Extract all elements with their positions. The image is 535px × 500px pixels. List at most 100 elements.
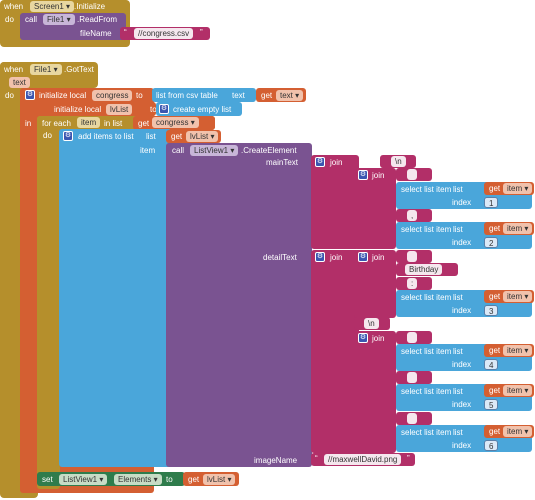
index-label: index bbox=[452, 400, 472, 409]
filename-string[interactable]: //congress.csv bbox=[134, 28, 194, 39]
index-number-5[interactable]: 5 bbox=[484, 399, 499, 410]
list-label: list bbox=[453, 428, 463, 437]
get-item-value: item bbox=[507, 386, 523, 395]
mutator-gear-icon[interactable]: ⚙ bbox=[159, 104, 169, 114]
add-items-label: add items to list bbox=[78, 132, 134, 141]
empty-string[interactable] bbox=[407, 372, 417, 383]
list-label: list bbox=[453, 293, 463, 302]
get-item-dropdown[interactable]: item ▾ bbox=[503, 291, 533, 302]
when-keyword: when bbox=[4, 65, 24, 74]
get-congress-dropdown[interactable]: congress ▾ bbox=[152, 117, 199, 128]
empty-string[interactable] bbox=[407, 413, 417, 424]
birthday-string[interactable]: Birthday bbox=[405, 264, 443, 275]
screen1-dropdown[interactable]: Screen1 ▾ bbox=[30, 1, 75, 12]
mutator-gear-icon[interactable]: ⚙ bbox=[25, 90, 35, 100]
index-number-3[interactable]: 3 bbox=[484, 305, 499, 316]
initialize-event-label: .Initialize bbox=[74, 2, 106, 11]
listview1-dropdown[interactable]: ListView1 ▾ bbox=[190, 145, 239, 156]
get-congress-value: congress bbox=[156, 118, 189, 127]
get-lvlist-set-dropdown[interactable]: lvList ▾ bbox=[203, 474, 236, 485]
select-list-item-label: select list item bbox=[401, 347, 452, 356]
file1-event-label: File1 bbox=[34, 65, 52, 74]
index-label: index bbox=[452, 238, 472, 247]
listview1-label: ListView1 bbox=[194, 146, 229, 155]
index-label: index bbox=[452, 441, 472, 450]
detailtext-join[interactable] bbox=[311, 250, 359, 453]
newline-string[interactable]: \n bbox=[364, 318, 379, 329]
get-item-value: item bbox=[507, 184, 523, 193]
call-keyword: call bbox=[172, 146, 185, 155]
imagename-string[interactable]: //maxwellDavid.png bbox=[324, 454, 402, 465]
get-item-dropdown[interactable]: item ▾ bbox=[503, 223, 533, 234]
get-item-dropdown[interactable]: item ▾ bbox=[503, 183, 533, 194]
text-param-pill[interactable]: text bbox=[9, 77, 30, 88]
empty-string[interactable] bbox=[407, 169, 417, 180]
select-list-item-label: select list item bbox=[401, 387, 452, 396]
select-list-item-label: select list item bbox=[401, 225, 452, 234]
do-keyword: do bbox=[43, 131, 52, 140]
file1-event-dropdown[interactable]: File1 ▾ bbox=[30, 64, 62, 75]
maintext-param: mainText bbox=[266, 158, 299, 167]
empty-string[interactable] bbox=[407, 251, 417, 262]
get-keyword: get bbox=[489, 292, 501, 301]
get-lvlist-dropdown[interactable]: lvList ▾ bbox=[186, 131, 219, 142]
get-item-dropdown[interactable]: item ▾ bbox=[503, 385, 533, 396]
in-list-label: in list bbox=[104, 119, 123, 128]
index-number-4[interactable]: 4 bbox=[484, 359, 499, 370]
listview1-set-label: ListView1 bbox=[63, 475, 98, 484]
congress-var-name[interactable]: congress bbox=[92, 90, 133, 101]
index-number-2[interactable]: 2 bbox=[484, 237, 499, 248]
item-param-label: item bbox=[140, 146, 156, 155]
get-keyword: get bbox=[489, 386, 501, 395]
mutator-gear-icon[interactable]: ⚙ bbox=[358, 333, 368, 343]
create-empty-list-label: create empty list bbox=[173, 105, 232, 114]
get-item-dropdown[interactable]: item ▾ bbox=[503, 345, 533, 356]
detail-inner-join-2[interactable] bbox=[354, 331, 396, 453]
get-text-dropdown[interactable]: text ▾ bbox=[276, 90, 304, 101]
index-label: index bbox=[452, 360, 472, 369]
get-lvlist-value: lvList bbox=[190, 132, 209, 141]
get-item-value: item bbox=[507, 346, 523, 355]
select-list-item-label: select list item bbox=[401, 185, 452, 194]
file1-dropdown[interactable]: File1 ▾ bbox=[43, 14, 75, 25]
get-item-value: item bbox=[507, 427, 523, 436]
quote-icon: “ bbox=[124, 28, 127, 37]
imagename-param: imageName bbox=[254, 456, 298, 465]
get-keyword: get bbox=[489, 184, 501, 193]
select-list-item-label: select list item bbox=[401, 293, 452, 302]
empty-string[interactable] bbox=[407, 332, 417, 343]
list-label: list bbox=[453, 185, 463, 194]
colon-string[interactable]: : bbox=[407, 278, 418, 289]
elements-property-label: Elements bbox=[118, 475, 152, 484]
comma-string[interactable]: , bbox=[407, 210, 418, 221]
for-each-loop[interactable] bbox=[37, 116, 60, 489]
mutator-gear-icon[interactable]: ⚙ bbox=[358, 170, 368, 180]
add-items-to-list[interactable] bbox=[59, 129, 171, 467]
get-keyword: get bbox=[489, 346, 501, 355]
get-item-dropdown[interactable]: item ▾ bbox=[503, 426, 533, 437]
create-element-call[interactable] bbox=[166, 143, 312, 467]
mutator-gear-icon[interactable]: ⚙ bbox=[63, 131, 73, 141]
item-var-name[interactable]: item bbox=[77, 117, 101, 128]
get-keyword: get bbox=[489, 224, 501, 233]
lvlist-var-name[interactable]: lvList bbox=[106, 104, 133, 115]
mutator-gear-icon[interactable]: ⚙ bbox=[315, 252, 325, 262]
index-number-1[interactable]: 1 bbox=[484, 197, 499, 208]
when-keyword: when bbox=[4, 2, 24, 11]
maintext-join[interactable] bbox=[311, 155, 359, 249]
get-item-value: item bbox=[507, 292, 523, 301]
init-local-label: initialize local bbox=[54, 105, 102, 114]
init-local-label: initialize local bbox=[39, 91, 87, 100]
elements-property-dropdown[interactable]: Elements ▾ bbox=[114, 474, 162, 485]
index-number-6[interactable]: 6 bbox=[484, 440, 499, 451]
mutator-gear-icon[interactable]: ⚙ bbox=[358, 252, 368, 262]
list-label: list bbox=[453, 347, 463, 356]
newline-string[interactable]: \n bbox=[391, 156, 406, 167]
call-keyword: call bbox=[25, 15, 38, 24]
do-keyword: do bbox=[5, 15, 14, 24]
list-from-csv-label: list from csv table bbox=[156, 91, 218, 100]
quote-icon: “ bbox=[315, 454, 318, 463]
listview1-set-dropdown[interactable]: ListView1 ▾ bbox=[59, 474, 108, 485]
mutator-gear-icon[interactable]: ⚙ bbox=[315, 157, 325, 167]
join-label: join bbox=[330, 253, 343, 262]
